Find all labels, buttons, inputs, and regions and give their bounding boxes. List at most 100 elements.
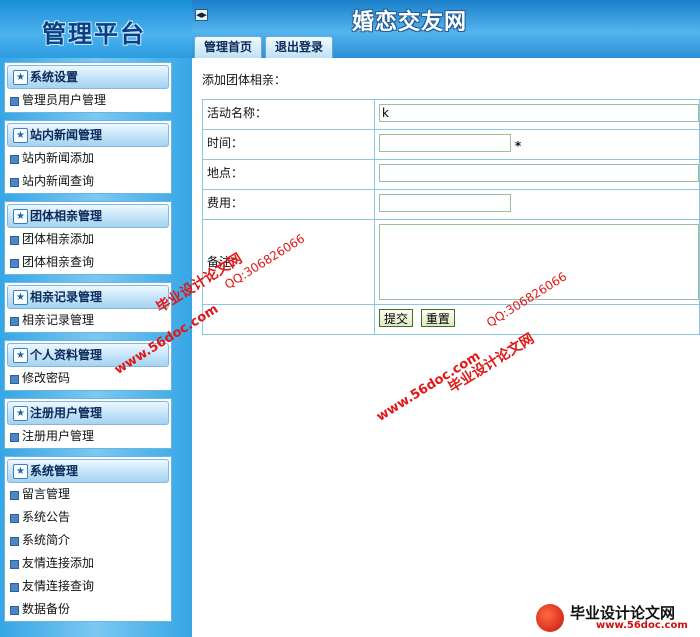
sidebar-toggle-icon[interactable]: ◀▶ (195, 9, 208, 21)
star-icon: ★ (13, 348, 28, 363)
menu-group-system-manage: ★ 系统管理 留言管理 系统公告 系统简介 友情连接添加 友情连接查询 数据备份 (4, 456, 172, 622)
fee-cell (374, 189, 700, 220)
square-bullet-icon (10, 236, 19, 245)
menu-header-label: 站内新闻管理 (30, 128, 103, 142)
menu-item-links-add[interactable]: 友情连接添加 (5, 552, 171, 575)
square-bullet-icon (10, 560, 19, 569)
menu-header-group-dating[interactable]: ★ 团体相亲管理 (7, 204, 169, 228)
menu-header-label: 个人资料管理 (30, 348, 103, 362)
menu-item-label: 团体相亲添加 (22, 232, 95, 246)
menu-item-label: 注册用户管理 (22, 429, 95, 443)
menu-item-messages[interactable]: 留言管理 (5, 483, 171, 506)
menu-header-label: 注册用户管理 (30, 406, 103, 420)
group-dating-form: 活动名称： 时间： * 地点： 费用： 备注： (202, 99, 700, 335)
form-row-time: 时间： * (202, 129, 700, 160)
name-cell (374, 99, 700, 130)
star-icon: ★ (13, 128, 28, 143)
star-icon: ★ (13, 290, 28, 305)
square-bullet-icon (10, 514, 19, 523)
menu-item-label: 管理员用户管理 (22, 93, 107, 107)
menu-item-admin-user-manage[interactable]: 管理员用户管理 (5, 89, 171, 112)
menu-group-system-settings: ★ 系统设置 管理员用户管理 (4, 62, 172, 113)
menu-group-registered-users: ★ 注册用户管理 注册用户管理 (4, 398, 172, 449)
menu-item-label: 友情连接查询 (22, 579, 95, 593)
place-input[interactable] (379, 164, 699, 182)
square-bullet-icon (10, 491, 19, 500)
square-bullet-icon (10, 97, 19, 106)
site-title: 婚恋交友网 (352, 9, 468, 35)
fee-label: 费用： (202, 189, 375, 220)
square-bullet-icon (10, 317, 19, 326)
menu-group-dating-records: ★ 相亲记录管理 相亲记录管理 (4, 282, 172, 333)
star-icon: ★ (13, 209, 28, 224)
logo-area: 管理平台 (0, 0, 192, 58)
reset-button[interactable]: 重置 (420, 309, 455, 327)
star-icon: ★ (13, 406, 28, 421)
menu-header-registered-users[interactable]: ★ 注册用户管理 (7, 401, 169, 425)
required-mark: * (514, 139, 522, 153)
menu-item-data-backup[interactable]: 数据备份 (5, 598, 171, 621)
menu-header-label: 团体相亲管理 (30, 209, 103, 223)
footer-watermark-url: www.56doc.com (596, 620, 688, 631)
form-row-fee: 费用： (202, 189, 700, 220)
menu-item-news-query[interactable]: 站内新闻查询 (5, 170, 171, 193)
menu-group-news: ★ 站内新闻管理 站内新闻添加 站内新闻查询 (4, 120, 172, 194)
menu-item-system-intro[interactable]: 系统简介 (5, 529, 171, 552)
star-icon: ★ (13, 464, 28, 479)
main-content: 添加团体相亲： 活动名称： 时间： * 地点： 费用： (192, 58, 700, 637)
footer-watermark: 毕业设计论文网 www.56doc.com (536, 600, 696, 634)
name-label: 活动名称： (202, 99, 375, 130)
square-bullet-icon (10, 606, 19, 615)
form-row-place: 地点： (202, 159, 700, 190)
top-banner: ◀▶ 婚恋交友网 管理首页 退出登录 (192, 0, 700, 58)
menu-item-label: 站内新闻添加 (22, 151, 95, 165)
menu-header-system-manage[interactable]: ★ 系统管理 (7, 459, 169, 483)
submit-button[interactable]: 提交 (379, 309, 414, 327)
form-row-name: 活动名称： (202, 99, 700, 130)
form-caption: 添加团体相亲： (202, 73, 287, 87)
square-bullet-icon (10, 537, 19, 546)
menu-item-registered-users-manage[interactable]: 注册用户管理 (5, 425, 171, 448)
menu-item-label: 修改密码 (22, 371, 71, 385)
menu-item-label: 系统公告 (22, 510, 71, 524)
menu-header-label: 相亲记录管理 (30, 290, 103, 304)
menu-item-label: 数据备份 (22, 602, 71, 616)
menu-item-change-password[interactable]: 修改密码 (5, 367, 171, 390)
square-bullet-icon (10, 583, 19, 592)
menu-item-dating-records-manage[interactable]: 相亲记录管理 (5, 309, 171, 332)
star-icon: ★ (13, 70, 28, 85)
menu-header-news[interactable]: ★ 站内新闻管理 (7, 123, 169, 147)
menu-item-links-query[interactable]: 友情连接查询 (5, 575, 171, 598)
menu-header-system-settings[interactable]: ★ 系统设置 (7, 65, 169, 89)
place-label: 地点： (202, 159, 375, 190)
menu-item-news-add[interactable]: 站内新闻添加 (5, 147, 171, 170)
menu-item-label: 相亲记录管理 (22, 313, 95, 327)
menu-group-group-dating: ★ 团体相亲管理 团体相亲添加 团体相亲查询 (4, 201, 172, 275)
menu-item-label: 友情连接添加 (22, 556, 95, 570)
menu-item-announcements[interactable]: 系统公告 (5, 506, 171, 529)
activity-name-input[interactable] (379, 104, 699, 122)
menu-item-group-dating-query[interactable]: 团体相亲查询 (5, 251, 171, 274)
time-cell: * (374, 129, 700, 160)
menu-header-dating-records[interactable]: ★ 相亲记录管理 (7, 285, 169, 309)
menu-item-label: 留言管理 (22, 487, 71, 501)
time-label: 时间： (202, 129, 375, 160)
square-bullet-icon (10, 259, 19, 268)
logo-text: 管理平台 (42, 19, 146, 48)
menu-item-label: 系统简介 (22, 533, 71, 547)
time-input[interactable] (379, 134, 511, 152)
fee-input[interactable] (379, 194, 511, 212)
buttons-cell: 提交 重置 (374, 304, 700, 335)
place-cell (374, 159, 700, 190)
square-bullet-icon (10, 375, 19, 384)
menu-header-label: 系统设置 (30, 70, 79, 84)
square-bullet-icon (10, 155, 19, 164)
logo-icon (536, 604, 564, 632)
tab-logout[interactable]: 退出登录 (265, 36, 333, 58)
tab-admin-home[interactable]: 管理首页 (194, 36, 262, 58)
menu-item-group-dating-add[interactable]: 团体相亲添加 (5, 228, 171, 251)
form-row-buttons: 提交 重置 (202, 304, 700, 335)
buttons-label-cell (202, 304, 375, 335)
menu-item-label: 站内新闻查询 (22, 174, 95, 188)
menu-header-label: 系统管理 (30, 464, 79, 478)
